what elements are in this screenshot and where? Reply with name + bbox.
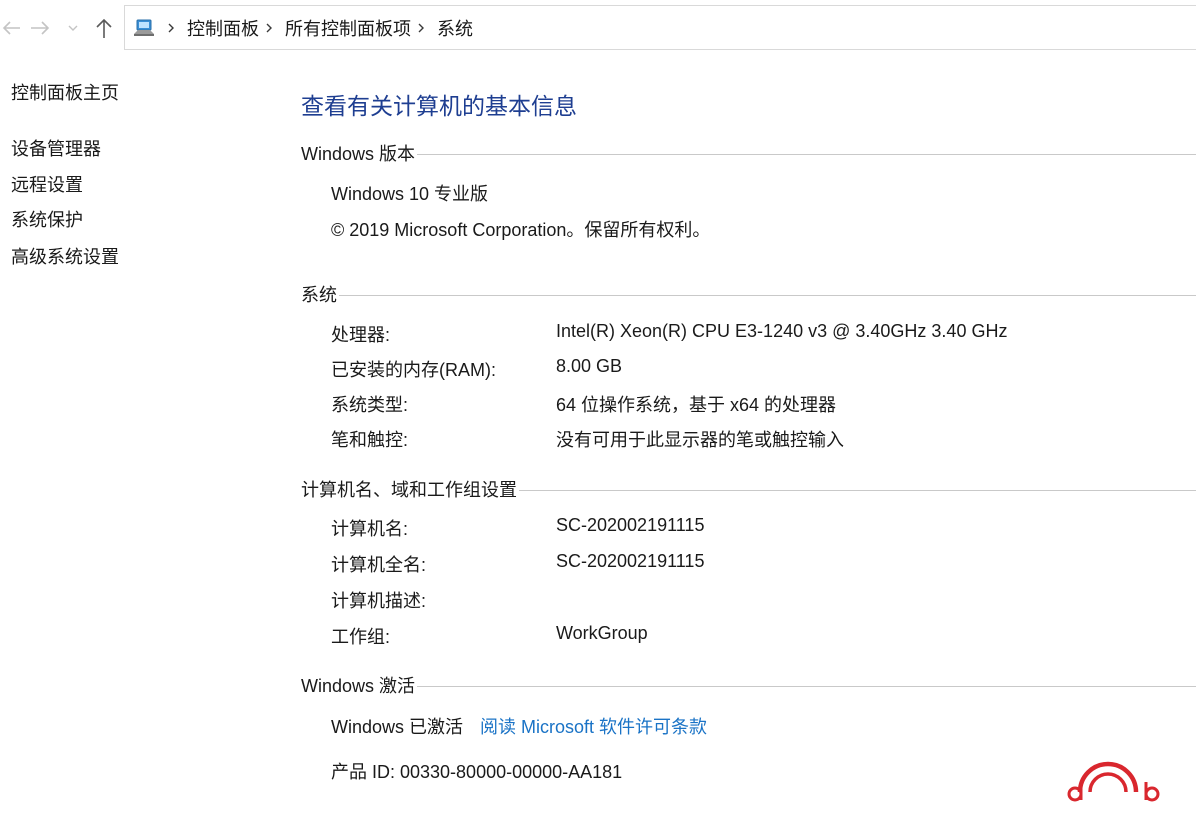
control-panel-home-link[interactable]: 控制面板主页: [11, 79, 119, 105]
recent-locations-button[interactable]: [64, 16, 82, 40]
arrow-right-icon: [31, 21, 50, 35]
breadcrumb-all-items[interactable]: 所有控制面板项: [285, 15, 411, 41]
pen-touch-value: 没有可用于此显示器的笔或触控输入: [556, 430, 844, 450]
activation-status-text: Windows 已激活: [331, 717, 464, 737]
pen-touch-label: 笔和触控:: [331, 430, 409, 450]
system-protection-link[interactable]: 系统保护: [11, 206, 83, 232]
advanced-system-settings-link[interactable]: 高级系统设置: [11, 243, 119, 269]
windows-activation-header: Windows 激活: [301, 672, 1196, 698]
main-content: 查看有关计算机的基本信息 Windows 版本 Windows 10 专业版 ©…: [300, 56, 1196, 826]
left-navigation-pane: 控制面板主页 设备管理器 远程设置 系统保护 高级系统设置: [0, 56, 260, 826]
section-title: Windows 版本: [301, 144, 416, 164]
back-button[interactable]: [0, 16, 22, 40]
forward-button[interactable]: [28, 16, 52, 40]
chevron-down-icon: [68, 25, 78, 31]
arrow-left-icon: [2, 21, 20, 35]
computer-name-value: SC-202002191115: [556, 515, 705, 535]
db-logo-icon: [1064, 756, 1164, 806]
section-divider: [339, 294, 1196, 296]
remote-settings-link[interactable]: 远程设置: [11, 171, 83, 197]
up-button[interactable]: [92, 16, 116, 40]
windows-edition-header: Windows 版本: [301, 140, 1196, 166]
breadcrumb-system[interactable]: 系统: [437, 15, 473, 41]
chevron-right-icon[interactable]: [417, 18, 425, 38]
computer-name-header: 计算机名、域和工作组设置: [301, 476, 1196, 502]
full-computer-name-value: SC-202002191115: [556, 551, 705, 571]
page-title: 查看有关计算机的基本信息: [301, 93, 577, 119]
chevron-right-icon[interactable]: [265, 18, 273, 38]
chevron-right-icon[interactable]: [167, 18, 175, 38]
activation-status: Windows 已激活 阅读 Microsoft 软件许可条款: [331, 713, 707, 739]
control-panel-icon: [133, 17, 155, 39]
product-id: 产品 ID: 00330-80000-00000-AA181: [331, 762, 623, 782]
breadcrumb-control-panel[interactable]: 控制面板: [187, 15, 259, 41]
full-computer-name-label: 计算机全名:: [331, 555, 427, 575]
section-divider: [417, 153, 1196, 155]
arrow-up-icon: [96, 18, 112, 38]
section-title: 系统: [301, 285, 337, 305]
ram-value: 8.00 GB: [556, 356, 623, 376]
ram-label: 已安装的内存(RAM):: [331, 360, 496, 380]
system-header: 系统: [301, 281, 1196, 307]
processor-value: Intel(R) Xeon(R) CPU E3-1240 v3 @ 3.40GH…: [556, 321, 1008, 341]
computer-name-label: 计算机名:: [331, 519, 409, 539]
processor-label: 处理器:: [331, 325, 391, 345]
section-title: 计算机名、域和工作组设置: [301, 480, 517, 500]
section-title: Windows 激活: [301, 676, 416, 696]
device-manager-link[interactable]: 设备管理器: [11, 135, 101, 161]
section-divider: [417, 685, 1196, 687]
copyright-text: © 2019 Microsoft Corporation。保留所有权利。: [331, 220, 711, 240]
workgroup-value: WorkGroup: [556, 623, 648, 643]
navigation-bar: 控制面板 所有控制面板项 系统: [0, 0, 1196, 56]
license-terms-link[interactable]: 阅读 Microsoft 软件许可条款: [480, 717, 707, 737]
address-bar[interactable]: 控制面板 所有控制面板项 系统: [124, 5, 1196, 50]
workgroup-label: 工作组:: [331, 627, 391, 647]
system-type-value: 64 位操作系统，基于 x64 的处理器: [556, 395, 837, 415]
system-type-label: 系统类型:: [331, 395, 409, 415]
windows-edition-name: Windows 10 专业版: [331, 184, 489, 204]
section-divider: [519, 489, 1196, 491]
computer-description-label: 计算机描述:: [331, 591, 427, 611]
